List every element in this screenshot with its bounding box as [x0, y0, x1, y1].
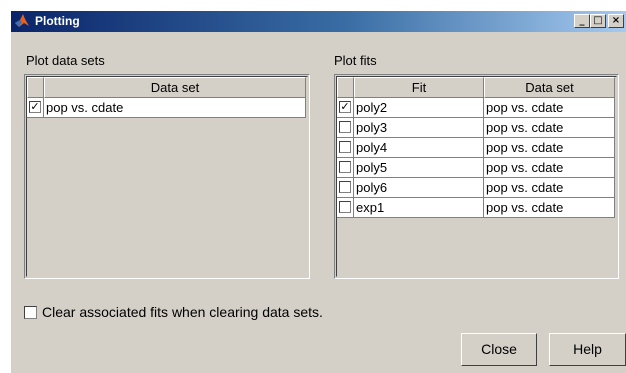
minimize-button[interactable]: _	[574, 14, 590, 28]
fit-row[interactable]: poly4 pop vs. cdate	[337, 138, 615, 158]
fit-data-set-cell: pop vs. cdate	[484, 138, 615, 158]
fit-name-cell: exp1	[354, 198, 484, 218]
plot-data-sets-label: Plot data sets	[26, 53, 105, 68]
fit-data-set-cell: pop vs. cdate	[484, 198, 615, 218]
fit-data-set-cell: pop vs. cdate	[484, 158, 615, 178]
data-sets-table: Data set ✓ pop vs. cdate	[24, 74, 310, 279]
fit-data-set-cell: pop vs. cdate	[484, 178, 615, 198]
fit-row[interactable]: ✓ poly2 pop vs. cdate	[337, 98, 615, 118]
fit-name-cell: poly4	[354, 138, 484, 158]
maximize-button[interactable]: □	[590, 14, 606, 28]
row-checkbox-cell	[337, 178, 354, 198]
fit-data-set-column-header[interactable]: Data set	[484, 77, 615, 98]
plot-fit-checkbox[interactable]	[339, 201, 351, 213]
matlab-logo-icon	[15, 14, 29, 27]
help-button[interactable]: Help	[549, 333, 626, 366]
checkbox-column-header	[27, 77, 44, 98]
close-window-button[interactable]: ×	[608, 14, 624, 28]
plot-fit-checkbox[interactable]: ✓	[339, 101, 351, 113]
data-set-cell: pop vs. cdate	[44, 98, 306, 118]
fit-name-cell: poly2	[354, 98, 484, 118]
fit-row[interactable]: poly3 pop vs. cdate	[337, 118, 615, 138]
fit-data-set-cell: pop vs. cdate	[484, 98, 615, 118]
clear-fits-label: Clear associated fits when clearing data…	[42, 304, 323, 320]
row-checkbox-cell	[337, 118, 354, 138]
close-button[interactable]: Close	[461, 333, 537, 366]
fit-row[interactable]: poly5 pop vs. cdate	[337, 158, 615, 178]
data-set-row[interactable]: ✓ pop vs. cdate	[27, 98, 306, 118]
fit-row[interactable]: poly6 pop vs. cdate	[337, 178, 615, 198]
fit-name-cell: poly3	[354, 118, 484, 138]
fit-name-cell: poly5	[354, 158, 484, 178]
data-set-column-header[interactable]: Data set	[44, 77, 306, 98]
row-checkbox-cell: ✓	[27, 98, 44, 118]
plotting-dialog: Plotting _ □ × Plot data sets Data set ✓…	[11, 11, 626, 373]
plot-fit-checkbox[interactable]	[339, 181, 351, 193]
row-checkbox-cell	[337, 138, 354, 158]
clear-fits-checkbox[interactable]	[24, 306, 37, 319]
title-bar[interactable]: Plotting _ □ ×	[11, 11, 626, 32]
fit-data-set-cell: pop vs. cdate	[484, 118, 615, 138]
window-title: Plotting	[35, 14, 80, 28]
fit-column-header[interactable]: Fit	[354, 77, 484, 98]
fits-table: Fit Data set ✓ poly2 pop vs. cdate poly3 pop…	[334, 74, 619, 279]
row-checkbox-cell: ✓	[337, 98, 354, 118]
fit-row[interactable]: exp1 pop vs. cdate	[337, 198, 615, 218]
row-checkbox-cell	[337, 158, 354, 178]
plot-fit-checkbox[interactable]	[339, 121, 351, 133]
row-checkbox-cell	[337, 198, 354, 218]
plot-data-set-checkbox[interactable]: ✓	[29, 101, 41, 113]
checkbox-column-header	[337, 77, 354, 98]
plot-fit-checkbox[interactable]	[339, 141, 351, 153]
plot-fits-label: Plot fits	[334, 53, 377, 68]
plot-fit-checkbox[interactable]	[339, 161, 351, 173]
fit-name-cell: poly6	[354, 178, 484, 198]
